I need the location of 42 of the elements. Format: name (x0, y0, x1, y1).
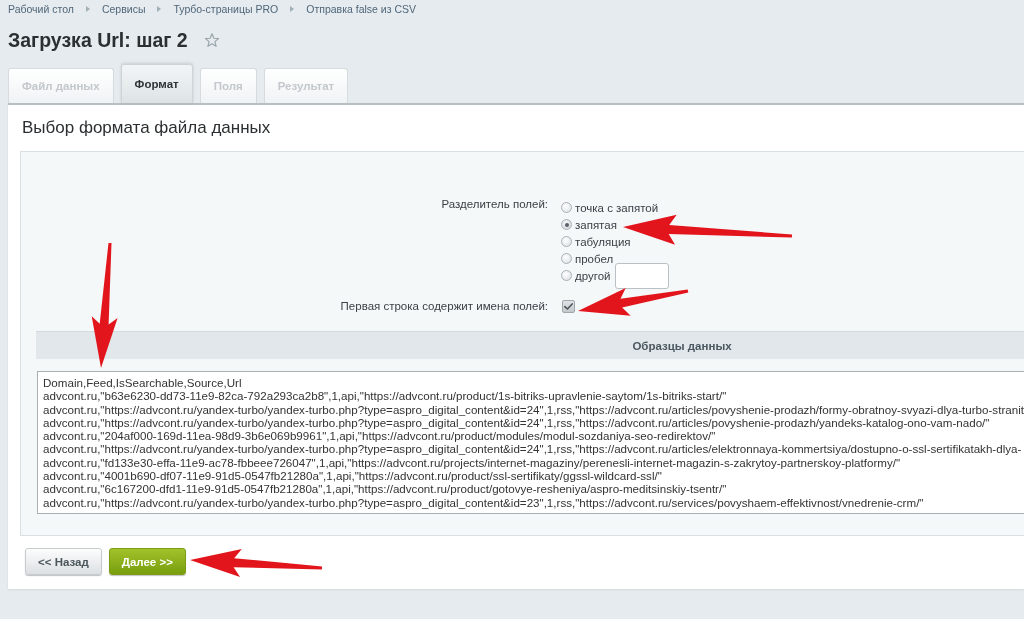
sample-line: advcont.ru,"https://advcont.ru/yandex-turbo/yandex-turbo.php?type=aspro_digital_content&id=24",1,rss,"https://advcont.ru/articles/elektronnaya-kommertsiya/dostupno-o-ssl-sertifikatakh-dlya- (43, 442, 1022, 456)
radio-button[interactable] (561, 236, 572, 247)
radio-button[interactable] (561, 202, 572, 213)
sample-line: advcont.ru,"https://advcont.ru/yandex-turbo/yandex-turbo.php?type=aspro_digital_content&id=24",1,rss,"https://advcont.ru/articles/povyshenie-prodazh/yandeks-katalog-ono-vam-nado/" (43, 415, 990, 430)
option-label[interactable]: другой (575, 269, 611, 282)
checkbox[interactable] (562, 299, 575, 313)
option-label[interactable]: запятая (575, 218, 617, 231)
sample-line: advcont.ru,"4001b690-df07-11e9-91d5-0547fb21280a",1,api,"https://advcont.ru/product/ssl-sertifikaty/ggssl-wildcard-ssl/" (43, 469, 662, 483)
tab[interactable]: Формат (120, 64, 193, 103)
breadcrumb-link[interactable]: Сервисы (101, 2, 146, 15)
field-label: Первая строка содержит имена полей: (340, 299, 548, 314)
sample-line: advcont.ru,"fd133e30-effa-11e9-ac78-fbbeee726047",1,api,"https://advcont.ru/projects/internet-magaziny/perenesli-internet-magazin-s-zakrytoy-partnerskoy-platformy/" (43, 455, 901, 470)
triangle-right-icon (85, 5, 90, 12)
triangle-right-icon (157, 5, 162, 12)
arrow-icon (190, 549, 323, 578)
breadcrumb-link[interactable]: Турбо-страницы PRO (173, 2, 279, 15)
star-icon[interactable] (203, 32, 220, 48)
custom-delimiter-field[interactable] (614, 262, 669, 289)
option-label[interactable]: точка с запятой (575, 201, 659, 214)
sample-line: advcont.ru,"b63e6230-dd73-11e9-82ca-792a293ca2b8",1,api,"https://advcont.ru/product/1s-bitriks-upravlenie-saytom/1s-bitriks-start/" (43, 389, 727, 403)
triangle-right-icon (290, 5, 295, 12)
data-samples-field[interactable] (37, 371, 1024, 514)
radio-button[interactable] (561, 270, 572, 281)
page-title: Загрузка Url: шаг 2 (8, 28, 188, 52)
sample-line: advcont.ru,"https://advcont.ru/yandex-turbo/yandex-turbo.php?type=aspro_digital_content&id=24",1,rss,"https://advcont.ru/articles/povyshenie-prodazh/formy-obratnoy-svyazi-dlya-turbo-stranit (43, 402, 1024, 416)
sample-line: Domain,Feed,IsSearchable,Source,Url (43, 376, 242, 390)
panel-heading: Выбор формата файла данных (22, 118, 271, 138)
sample-line: advcont.ru,"6c167200-dfd1-11e9-91d5-0547fb21280a",1,api,"https://advcont.ru/product/gotovye-resheniya/aspro-meditsinskiy-tsentr/" (43, 482, 727, 496)
arrow-icon (91, 242, 118, 368)
breadcrumb-link[interactable]: Рабочий стол (8, 2, 74, 15)
radio-button[interactable] (561, 219, 572, 230)
breadcrumb-link[interactable]: Отправка false из CSV (306, 2, 416, 15)
arrow-icon (578, 288, 689, 316)
section-header-title: Образцы данных (632, 339, 732, 352)
option-label[interactable]: табуляция (575, 235, 631, 248)
back-button[interactable]: << Назад (25, 548, 102, 575)
sample-line: advcont.ru,"https://advcont.ru/yandex-turbo/yandex-turbo.php?type=aspro_digital_content&id=23",1,rss,"https://advcont.ru/services/povyshaem-effektivnost/vnedrenie-crm/" (43, 495, 924, 509)
field-label: Разделитель полей: (441, 197, 548, 212)
radio-button[interactable] (561, 253, 572, 264)
option-label[interactable]: пробел (575, 252, 614, 265)
checkmark-icon (564, 302, 573, 310)
sample-line: advcont.ru,"204af000-169d-11ea-98d9-3b6e069b9961",1,api,"https://advcont.ru/product/modules/modul-sozdaniya-seo-redirektov/" (43, 429, 716, 443)
